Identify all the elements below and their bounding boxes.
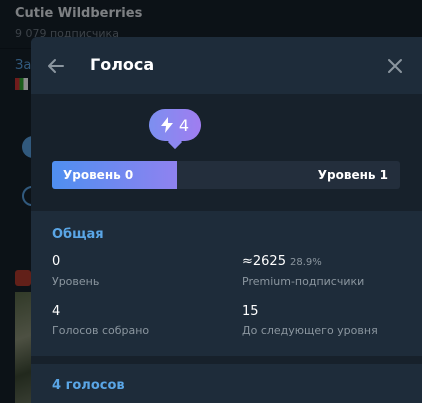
stat-next-level-value: 15	[242, 304, 259, 319]
stat-votes-value: 4	[52, 304, 61, 319]
stat-next-level-label: До следующего уровня	[242, 324, 378, 337]
boosts-modal: Голоса 4 Уровень 0 Уровень 1 Общая 0 Уро…	[31, 37, 422, 403]
next-level-label: Уровень 1	[317, 168, 388, 182]
premium-percentage: 28.9%	[289, 257, 322, 268]
stat-level-value: 0	[52, 254, 61, 269]
votes-list-heading: 4 голосов	[52, 378, 125, 393]
boost-level-section: 4 Уровень 0 Уровень 1	[31, 94, 422, 211]
overview-section: Общая 0 Уровень ≈2625 28.9% Premium-подпи…	[31, 211, 422, 356]
lightning-icon	[160, 117, 173, 133]
boost-count-badge: 4	[149, 109, 201, 141]
stat-votes-label: Голосов собрано	[52, 324, 150, 337]
close-button[interactable]	[383, 54, 407, 78]
boost-count: 4	[178, 115, 190, 135]
modal-header: Голоса	[31, 37, 422, 94]
stat-premium-value: ≈2625 28.9%	[242, 254, 322, 269]
close-icon	[388, 59, 402, 73]
current-level-label: Уровень 0	[63, 168, 134, 182]
stat-level-label: Уровень	[52, 275, 100, 288]
modal-title: Голоса	[90, 55, 155, 74]
level-progress-bar: Уровень 0 Уровень 1	[52, 161, 400, 189]
premium-subscribers-count: ≈2625	[242, 254, 286, 269]
back-button[interactable]	[44, 54, 68, 78]
stat-premium-label: Premium-подписчики	[242, 275, 365, 288]
overview-heading: Общая	[52, 227, 104, 242]
arrow-left-icon	[48, 59, 64, 73]
section-separator	[31, 356, 422, 364]
